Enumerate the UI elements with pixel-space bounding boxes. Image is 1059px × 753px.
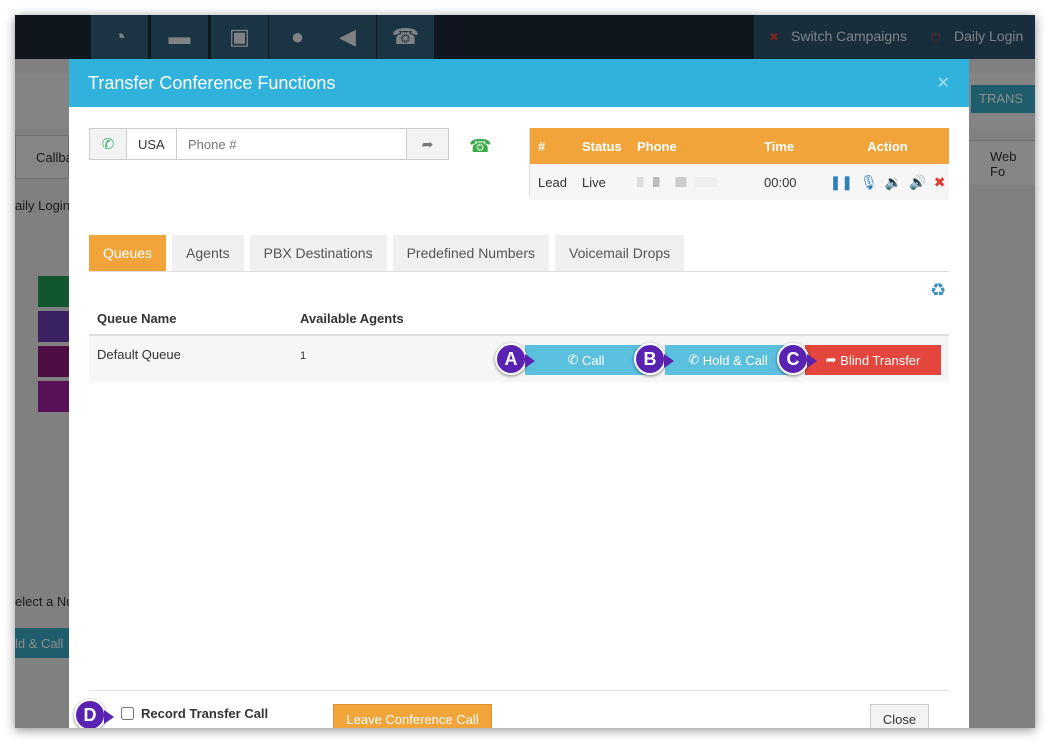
- blind-transfer-button-label: Blind Transfer: [840, 352, 921, 368]
- app-window: ◔ ▬ ▣ ● ◀ ☎ ✖ Switch Campaigns ⏻ Daily L…: [15, 15, 1035, 728]
- call-table-header: # Status Phone Time Action: [530, 128, 949, 164]
- record-transfer-row[interactable]: Record Transfer Call: [121, 706, 268, 721]
- hold-call-button-label: Hold & Call: [702, 352, 768, 368]
- phone-icon[interactable]: ✆: [89, 128, 127, 160]
- call-number: Lead: [538, 174, 567, 190]
- active-call-table: # Status Phone Time Action Lead Live 00:…: [530, 128, 949, 200]
- col-queue-name: Queue Name: [97, 310, 177, 326]
- footer-divider: [89, 690, 949, 691]
- tab-pbx-destinations[interactable]: PBX Destinations: [249, 235, 387, 271]
- queue-name: Default Queue: [97, 347, 181, 362]
- col-available-agents: Available Agents: [300, 310, 404, 326]
- col-status: Status: [582, 138, 622, 154]
- annotation-marker-c: C: [777, 343, 817, 375]
- annotation-marker-a: A: [495, 343, 535, 375]
- tab-agents[interactable]: Agents: [172, 235, 244, 271]
- pause-icon[interactable]: ❚❚: [830, 174, 853, 191]
- record-transfer-label: Record Transfer Call: [141, 706, 269, 721]
- col-action: Action: [867, 138, 908, 154]
- mute-mic-icon[interactable]: 🎙: [860, 174, 878, 191]
- transfer-conference-modal: Transfer Conference Functions ✕ ✆ USA ➦ …: [69, 59, 969, 728]
- queue-table-header: Queue Name Available Agents: [89, 302, 949, 336]
- leave-conference-button[interactable]: Leave Conference Call: [333, 704, 492, 728]
- hold-call-button[interactable]: ✆ Hold & Call: [665, 345, 791, 375]
- modal-title: Transfer Conference Functions: [88, 73, 336, 93]
- redacted-phone: [637, 176, 717, 187]
- table-row: Default Queue 1 ✆ Call ✆ Hold & Call ➦ B…: [89, 336, 949, 382]
- transfer-tabs: Queues Agents PBX Destinations Predefine…: [89, 235, 949, 272]
- call-time: 00:00: [764, 174, 797, 190]
- phone-dial-group: ✆ USA ➦: [89, 128, 449, 160]
- modal-header: Transfer Conference Functions ✕: [69, 59, 969, 107]
- tab-predefined-numbers[interactable]: Predefined Numbers: [392, 235, 549, 271]
- record-transfer-checkbox[interactable]: [121, 707, 134, 720]
- tab-voicemail-drops[interactable]: Voicemail Drops: [555, 235, 685, 271]
- close-button[interactable]: Close: [870, 704, 929, 728]
- annotation-marker-d: D: [74, 699, 114, 728]
- tab-queues[interactable]: Queues: [89, 235, 167, 271]
- call-actions: ❚❚ 🎙 🔉 🔊 ✖: [826, 174, 949, 191]
- volume-up-icon[interactable]: 🔊: [909, 174, 926, 191]
- call-status: Live: [582, 174, 606, 190]
- fax-icon[interactable]: ☎: [469, 136, 491, 157]
- hangup-icon[interactable]: ✖: [934, 174, 946, 191]
- call-phone: [637, 175, 764, 190]
- close-icon[interactable]: ✕: [937, 73, 950, 93]
- col-number: #: [538, 138, 546, 154]
- country-code[interactable]: USA: [127, 128, 177, 160]
- col-phone: Phone: [637, 138, 677, 154]
- phone-number-input[interactable]: [177, 128, 407, 160]
- refresh-icon[interactable]: ♻: [930, 280, 946, 301]
- queue-table: Queue Name Available Agents Default Queu…: [89, 302, 949, 382]
- volume-down-icon[interactable]: 🔉: [885, 174, 902, 191]
- col-time: Time: [764, 138, 795, 154]
- blind-transfer-button[interactable]: ➦ Blind Transfer: [805, 345, 941, 375]
- queue-agents: 1: [300, 350, 307, 362]
- annotation-marker-b: B: [634, 343, 674, 375]
- forward-icon[interactable]: ➦: [407, 128, 449, 160]
- call-button[interactable]: ✆ Call: [525, 345, 647, 375]
- table-row: Lead Live 00:00 ❚❚ 🎙 🔉 🔊 ✖: [530, 164, 949, 200]
- call-button-label: Call: [582, 352, 605, 368]
